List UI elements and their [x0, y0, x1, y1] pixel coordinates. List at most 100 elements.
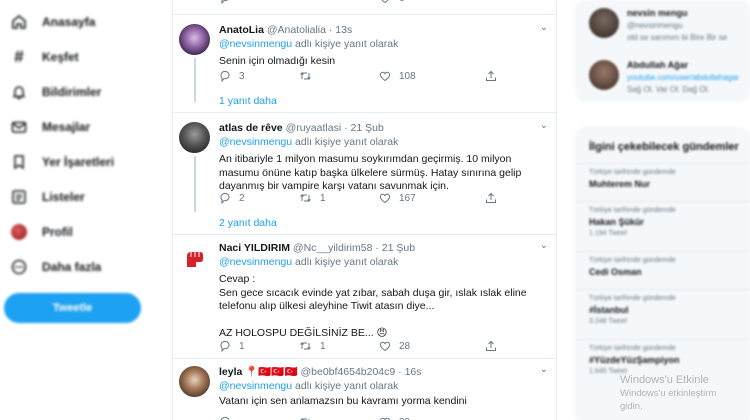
reply-icon[interactable] — [219, 0, 239, 4]
like-button[interactable]: 167 — [379, 192, 416, 204]
like-icon — [379, 71, 391, 82]
trend-item[interactable]: Türkiye tarihinde gündemde Hakan Şükür 1… — [589, 207, 676, 237]
tweet-card[interactable]: atlas de rêve @ruyaatlasi · 21 Şub ⌄ @ne… — [173, 112, 556, 234]
author-name[interactable]: AnatoLia — [219, 24, 264, 36]
tweet-text: Cevap : Sen gece sıcacık evinde yat zıba… — [219, 273, 527, 339]
tweet-header: Naci YILDIRIM @Nc__yildirim58 · 21 Şub — [219, 242, 416, 254]
share-button[interactable] — [485, 192, 505, 204]
retweet-icon — [300, 342, 311, 350]
author-name[interactable]: Naci YILDIRIM — [219, 242, 290, 254]
chevron-down-icon[interactable]: ⌄ — [540, 22, 548, 33]
like-icon[interactable]: 6 — [379, 0, 405, 4]
avatar[interactable] — [179, 366, 210, 397]
author-handle[interactable]: @be0bf4654b204c9 — [301, 366, 396, 378]
tweet-text: An itibariyle 1 milyon masumu soykırımda… — [219, 153, 522, 192]
author-handle[interactable]: @ruyaatlasi — [286, 122, 342, 134]
suggested-account[interactable]: nevsin mengu @nevsinmengu old se sarımın… — [589, 8, 727, 42]
more-replies-link[interactable]: 1 yanıt daha — [219, 95, 277, 107]
avatar[interactable] — [179, 244, 210, 275]
tweet-time[interactable]: 16s — [405, 366, 422, 378]
reply-context: @nevsinmengu adlı kişiye yanıt olarak — [219, 38, 399, 50]
reply-count: 2 — [239, 192, 245, 204]
avatar[interactable] — [179, 122, 210, 153]
author-handle[interactable]: @Anatolialia — [267, 24, 326, 36]
like-icon — [379, 193, 391, 204]
tweet-card[interactable]: leyla 📍🇹🇷🇹🇷🇹🇷 @be0bf4654b204c9 · 16s ⌄ @… — [173, 358, 556, 420]
nav-messages-label: Mesajlar — [42, 119, 91, 134]
like-count: 29 — [399, 417, 410, 420]
author-name[interactable]: leyla 📍🇹🇷🇹🇷🇹🇷 — [219, 366, 298, 378]
retweet-button[interactable]: 1 — [299, 192, 326, 204]
share-button[interactable] — [485, 70, 505, 82]
reply-button[interactable]: 3 — [219, 70, 245, 82]
trend-item[interactable]: Türkiye tarihinde gündemde Muhterem Nur — [589, 169, 676, 189]
trend-item[interactable]: Türkiye tarihinde gündemde Cedi Osman — [589, 257, 676, 277]
avatar — [589, 60, 619, 90]
nav-lists-label: Listeler — [42, 189, 85, 204]
nav-more[interactable]: Daha fazla — [0, 249, 170, 284]
tweet-time[interactable]: 21 Şub — [382, 242, 415, 254]
nav-more-label: Daha fazla — [42, 259, 102, 274]
tweet-text: Vatanı için sen anlamazsın bu kavramı yo… — [219, 395, 467, 407]
like-count: 167 — [399, 192, 416, 204]
right-sidebar: nevsin mengu @nevsinmengu old se sarımın… — [575, 0, 750, 420]
retweet-button[interactable]: 1 — [299, 340, 326, 352]
tweet-card[interactable]: AnatoLia @Anatolialia · 13s ⌄ @nevsinmen… — [173, 14, 556, 119]
avatar[interactable] — [179, 24, 210, 55]
nav-notifications[interactable]: Bildirimler — [0, 74, 170, 109]
retweet-count: 1 — [320, 192, 326, 204]
chevron-down-icon[interactable]: ⌄ — [540, 240, 548, 251]
retweet-button[interactable] — [299, 416, 320, 420]
chevron-down-icon[interactable]: ⌄ — [540, 364, 548, 375]
tweet-card[interactable]: Naci YILDIRIM @Nc__yildirim58 · 21 Şub ⌄… — [173, 234, 556, 358]
bookmark-icon — [10, 153, 28, 171]
nav-home[interactable]: Anasayfa — [0, 4, 170, 39]
account-link: youtube.com/user/abdullahagar — [627, 73, 740, 82]
like-button[interactable]: 28 — [379, 340, 410, 352]
more-icon — [10, 258, 28, 276]
tweet-time[interactable]: 13s — [335, 24, 352, 36]
mention-link[interactable]: @nevsinmengu — [219, 380, 292, 392]
like-button[interactable]: 29 — [379, 416, 410, 420]
reply-button[interactable] — [219, 416, 239, 420]
more-replies-link[interactable]: 2 yanıt daha — [219, 217, 277, 229]
reply-button[interactable]: 1 — [219, 340, 245, 352]
share-icon — [486, 340, 496, 351]
tweet-header: leyla 📍🇹🇷🇹🇷🇹🇷 @be0bf4654b204c9 · 16s — [219, 366, 422, 378]
trend-item[interactable]: Türkiye tarihinde gündemde #YüzdeYüzŞamp… — [589, 345, 680, 375]
tweet-text: Senin için olmadığı kesin — [219, 55, 336, 67]
nav-notifications-label: Bildirimler — [42, 84, 102, 99]
nav-bookmarks[interactable]: Yer İşaretleri — [0, 144, 170, 179]
mention-link[interactable]: @nevsinmengu — [219, 256, 292, 268]
retweet-button[interactable] — [299, 70, 320, 82]
reply-context: @nevsinmengu adlı kişiye yanıt olarak — [219, 256, 399, 268]
author-name[interactable]: atlas de rêve — [219, 122, 283, 134]
retweet-icon — [300, 72, 311, 80]
mention-link[interactable]: @nevsinmengu — [219, 38, 292, 50]
reply-button[interactable]: 2 — [219, 192, 245, 204]
mention-link[interactable]: @nevsinmengu — [219, 136, 292, 148]
share-button[interactable] — [485, 340, 505, 352]
nav-profile[interactable]: Profil — [0, 214, 170, 249]
nav-profile-label: Profil — [42, 224, 73, 239]
tweet-actions: 3 108 — [219, 70, 519, 84]
nav-explore-label: Keşfet — [42, 49, 79, 64]
tweet-time[interactable]: 21 Şub — [351, 122, 384, 134]
like-icon — [379, 417, 391, 420]
left-navigation: Anasayfa # Keşfet Bildirimler Mesajlar Y… — [0, 0, 170, 420]
chevron-down-icon[interactable]: ⌄ — [540, 120, 548, 131]
author-handle[interactable]: @Nc__yildirim58 — [293, 242, 373, 254]
like-button[interactable]: 108 — [379, 70, 416, 82]
nav-explore[interactable]: # Keşfet — [0, 39, 170, 74]
tweet-button[interactable]: Tweetle — [4, 293, 141, 323]
tweet-actions: 1 1 28 — [219, 340, 519, 354]
timeline-feed: 6 AnatoLia @Anatolialia · 13s ⌄ @nevsinm… — [172, 0, 557, 420]
share-icon — [486, 192, 496, 203]
nav-lists[interactable]: Listeler — [0, 179, 170, 214]
trend-item[interactable]: Türkiye tarihinde gündemde #İstanbul 3.2… — [589, 295, 676, 325]
share-icon — [486, 70, 496, 81]
nav-messages[interactable]: Mesajlar — [0, 109, 170, 144]
suggested-account[interactable]: Abdullah Ağar youtube.com/user/abdullaha… — [589, 60, 739, 94]
who-to-follow-panel: nevsin mengu @nevsinmengu old se sarımın… — [575, 0, 750, 102]
reply-icon — [220, 416, 230, 420]
